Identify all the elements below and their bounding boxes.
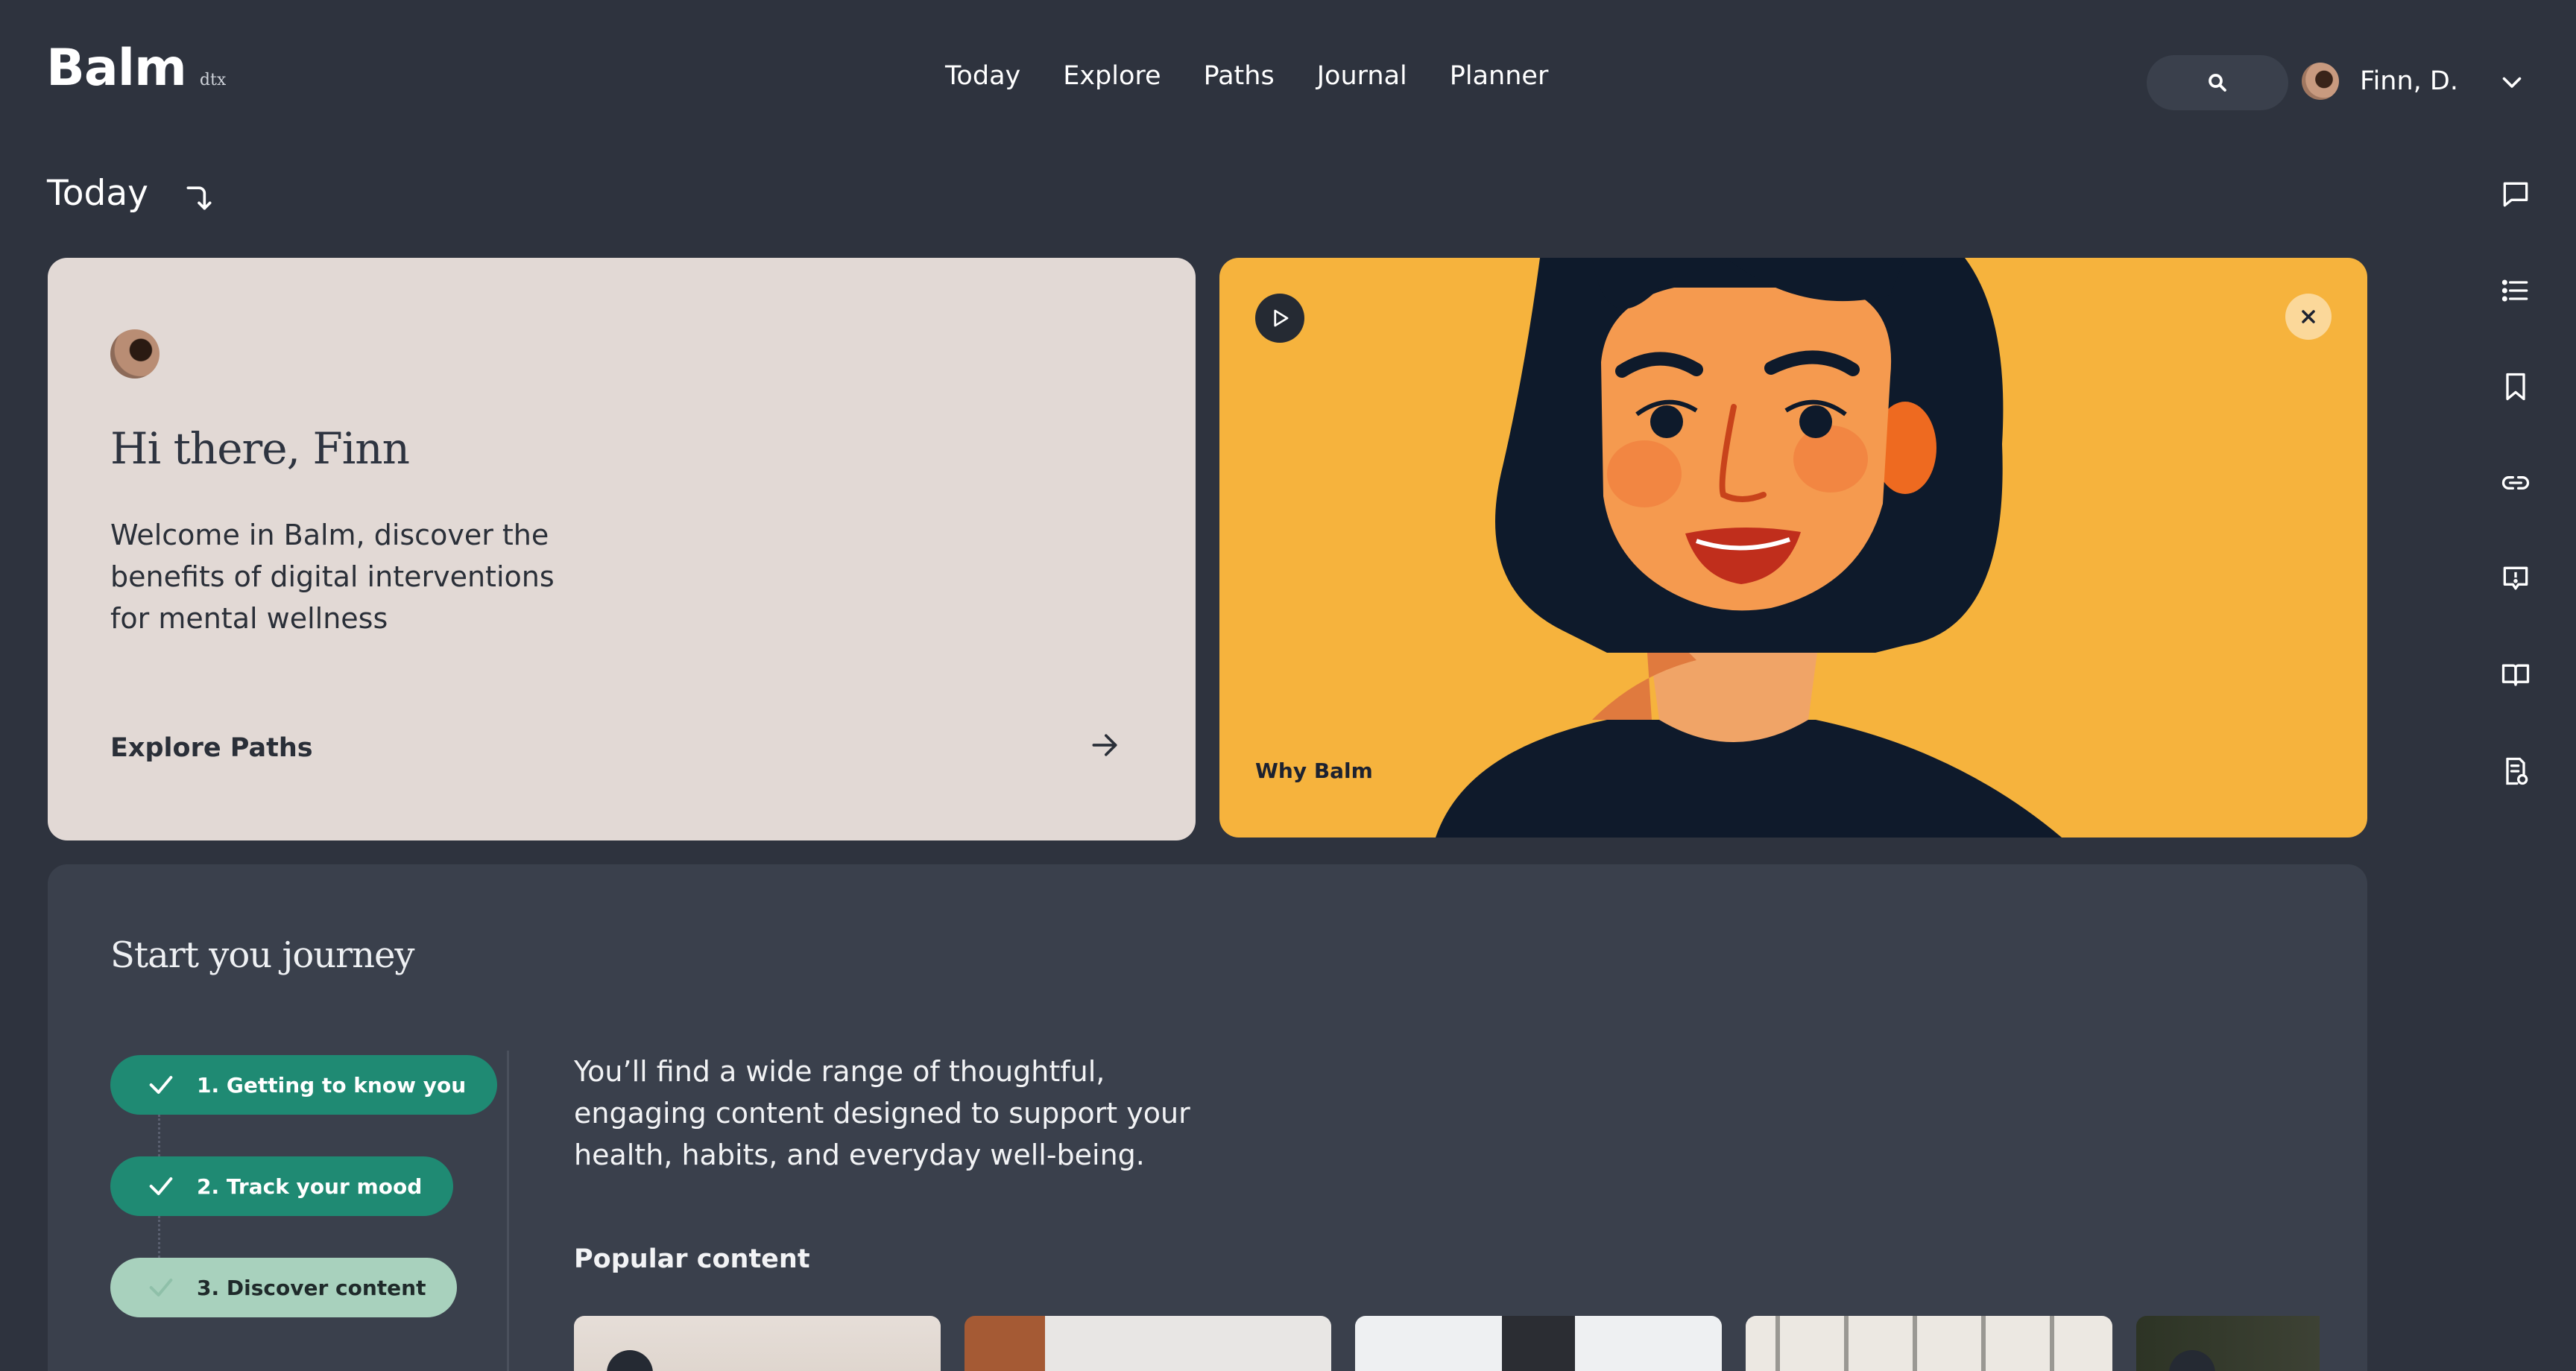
journey-text: You’ll find a wide range of thoughtful, …	[574, 1055, 1190, 1171]
popular-content-list	[574, 1316, 2320, 1371]
step-connector	[158, 1115, 160, 1156]
close-icon	[2302, 310, 2315, 323]
popular-content-title: Popular content	[574, 1244, 810, 1274]
page-title-row: Today	[47, 173, 215, 214]
chat-button[interactable]	[2497, 176, 2534, 213]
journey-step-label: 3. Discover content	[197, 1275, 426, 1300]
step-connector	[158, 1216, 160, 1258]
logo-subtitle: dtx	[199, 71, 227, 89]
woman-portrait-illustration	[1436, 258, 2062, 838]
nav-today[interactable]: Today	[945, 61, 1020, 91]
report-button[interactable]	[2497, 753, 2534, 790]
journey-step-2[interactable]: 2. Track your mood	[110, 1156, 454, 1216]
list-button[interactable]	[2497, 272, 2534, 309]
journey-step-1[interactable]: 1. Getting to know you	[110, 1055, 498, 1115]
explore-paths-link[interactable]: Explore Paths	[110, 733, 313, 763]
feedback-button[interactable]	[2497, 560, 2534, 598]
journey-step-3[interactable]: 3. Discover content	[110, 1258, 458, 1317]
bookmark-button[interactable]	[2497, 368, 2534, 405]
nav-planner[interactable]: Planner	[1450, 61, 1549, 91]
play-icon	[2169, 1350, 2215, 1371]
user-menu[interactable]: Finn, D.	[2302, 63, 2458, 100]
arrow-turn-down-icon[interactable]	[183, 181, 215, 214]
report-icon	[2506, 757, 2528, 785]
book-button[interactable]	[2497, 656, 2534, 694]
nav-explore[interactable]: Explore	[1063, 61, 1161, 91]
avatar	[110, 329, 160, 379]
content-thumbnail[interactable]	[2136, 1316, 2320, 1371]
check-icon	[149, 1279, 173, 1296]
link-button[interactable]	[2497, 464, 2534, 501]
page-title: Today	[47, 173, 148, 214]
content-thumbnail[interactable]	[1746, 1316, 2112, 1371]
search-icon	[2209, 74, 2226, 92]
book-icon	[2501, 664, 2530, 686]
play-button[interactable]	[1255, 294, 1304, 343]
bookmark-icon	[2506, 373, 2525, 401]
user-name: Finn, D.	[2360, 66, 2459, 96]
logo-mark: Balm	[46, 39, 187, 98]
search-button[interactable]	[2147, 55, 2288, 110]
feedback-icon	[2503, 566, 2528, 590]
content-thumbnail[interactable]	[574, 1316, 941, 1371]
divider	[507, 1051, 509, 1371]
welcome-text: Welcome in Balm, discover the benefits o…	[110, 519, 555, 635]
right-rail	[2497, 176, 2534, 849]
list-icon	[2501, 279, 2528, 302]
journey-panel: Start you journey 1. Getting to know you…	[48, 864, 2367, 1371]
check-icon	[149, 1076, 173, 1094]
chevron-down-icon[interactable]	[2498, 69, 2525, 95]
avatar	[2302, 63, 2339, 100]
welcome-card: Hi there, Finn Welcome in Balm, discover…	[48, 258, 1196, 840]
journey-step-label: 2. Track your mood	[197, 1174, 423, 1199]
nav-paths[interactable]: Paths	[1204, 61, 1275, 91]
arrow-right-icon[interactable]	[1088, 729, 1121, 762]
play-icon	[1274, 309, 1289, 327]
close-button[interactable]	[2285, 294, 2332, 340]
check-icon	[149, 1177, 173, 1195]
journey-steps: 1. Getting to know you 2. Track your moo…	[110, 1055, 498, 1317]
link-icon	[2501, 476, 2530, 490]
video-label: Why Balm	[1255, 759, 1373, 783]
video-card[interactable]: Why Balm	[1219, 258, 2367, 838]
welcome-greeting: Hi there, Finn	[110, 423, 410, 474]
nav-journal[interactable]: Journal	[1317, 61, 1407, 91]
main-nav: Today Explore Paths Journal Planner	[945, 61, 1591, 91]
journey-step-label: 1. Getting to know you	[197, 1072, 467, 1098]
logo[interactable]: Balm dtx	[46, 43, 226, 94]
content-thumbnail[interactable]	[965, 1316, 1331, 1371]
play-icon	[607, 1350, 653, 1371]
chat-icon	[2503, 182, 2528, 207]
journey-title: Start you journey	[110, 934, 415, 976]
content-thumbnail[interactable]	[1355, 1316, 1722, 1371]
